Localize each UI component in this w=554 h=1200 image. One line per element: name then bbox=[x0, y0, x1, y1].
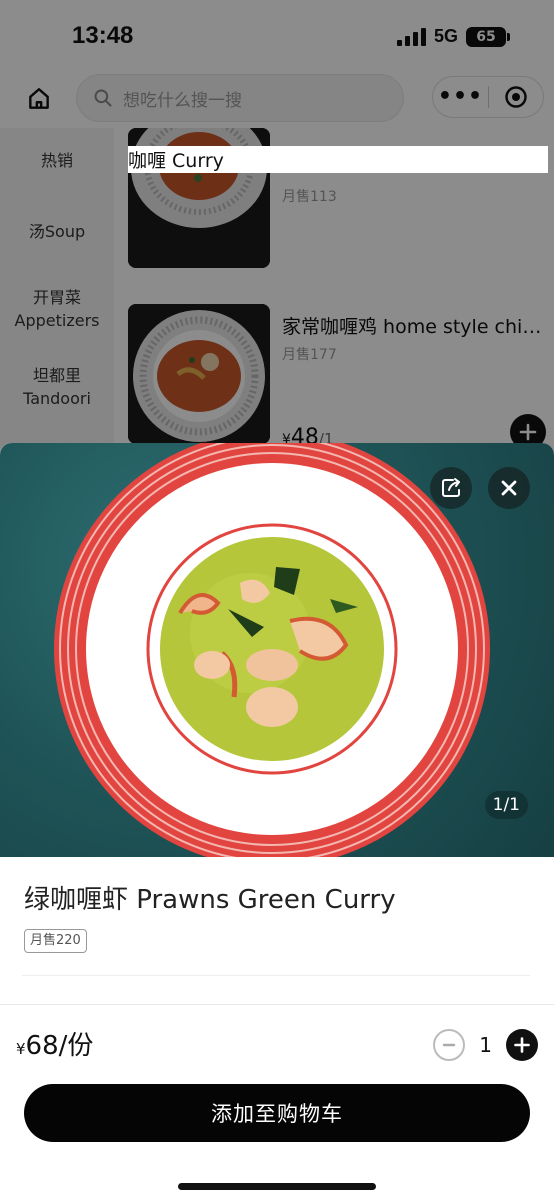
decrease-quantity-button[interactable] bbox=[433, 1029, 466, 1061]
quantity-value: 1 bbox=[479, 1033, 492, 1057]
quantity-stepper: 1 bbox=[433, 1029, 538, 1061]
dish-title: 绿咖喱虾 Prawns Green Curry bbox=[24, 885, 396, 915]
dish-photo: 1/1 bbox=[0, 443, 554, 857]
close-icon bbox=[501, 480, 517, 496]
home-indicator bbox=[178, 1183, 376, 1190]
add-to-cart-button[interactable]: 添加至购物车 bbox=[24, 1084, 530, 1142]
dish-price: ¥68/份 bbox=[16, 1025, 93, 1062]
price-unit: /份 bbox=[58, 1031, 94, 1061]
minus-icon bbox=[443, 1043, 456, 1047]
monthly-sales-badge: 月售220 bbox=[24, 929, 87, 953]
increase-quantity-button[interactable] bbox=[506, 1029, 538, 1061]
price-value: 68 bbox=[25, 1031, 59, 1061]
dish-detail-sheet: 1/1 绿咖喱虾 Prawns Green Curry 月售220 ¥68/份 … bbox=[0, 443, 554, 1200]
currency-symbol: ¥ bbox=[16, 1040, 26, 1058]
close-button[interactable] bbox=[488, 467, 530, 509]
plus-icon bbox=[514, 1037, 530, 1053]
share-icon bbox=[442, 478, 460, 497]
category-title: 咖喱 Curry bbox=[128, 146, 548, 173]
image-counter: 1/1 bbox=[484, 791, 528, 819]
divider bbox=[22, 975, 530, 976]
divider bbox=[0, 1004, 554, 1005]
share-button[interactable] bbox=[430, 467, 472, 509]
